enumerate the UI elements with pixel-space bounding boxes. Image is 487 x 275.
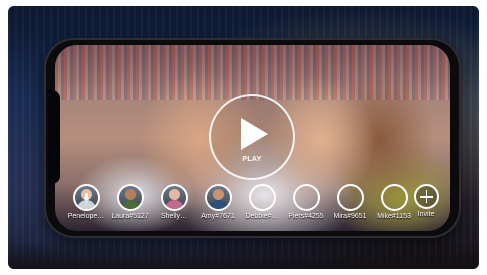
avatar-body: [120, 200, 140, 209]
participant-name: Laura#5127: [111, 213, 149, 220]
participant-bar: Penelope… Laura#5127 Shelly… Amy#7671 De…: [64, 184, 439, 226]
avatar-body: [385, 200, 404, 209]
phone-notch: [48, 90, 60, 184]
avatar: [204, 184, 232, 211]
participant-laura[interactable]: Laura#5127: [108, 184, 152, 221]
play-icon: [241, 118, 268, 150]
participant-piers[interactable]: Piers#4255: [284, 184, 328, 221]
participant-name: Amy#7671: [201, 213, 235, 220]
avatar-body: [208, 200, 228, 209]
avatar: [160, 184, 188, 211]
avatar-body: [164, 200, 184, 209]
participant-name: Mira#9651: [333, 213, 367, 220]
avatar: [248, 184, 276, 211]
avatar: [336, 184, 364, 211]
play-label: PLAY: [242, 156, 262, 163]
avatar: [116, 184, 144, 211]
avatar-face: [257, 189, 268, 200]
avatar-face: [345, 189, 356, 200]
participant-penelope[interactable]: Penelope…: [64, 184, 108, 221]
avatar-body: [253, 200, 272, 209]
participant-name: Piers#4255: [288, 213, 324, 220]
play-button[interactable]: PLAY: [209, 94, 295, 180]
invite-label: Invite: [417, 211, 435, 218]
avatar-face: [168, 189, 180, 200]
participant-amy[interactable]: Amy#7671: [196, 184, 240, 221]
plus-icon: [413, 184, 439, 209]
participant-name: Shelly…: [160, 213, 188, 220]
avatar-body: [341, 200, 360, 209]
participant-name: Penelope…: [67, 213, 105, 220]
microphone-icon: [83, 193, 89, 204]
avatar-body: [297, 200, 316, 209]
video-crowd-background: [55, 45, 450, 100]
participant-shelly[interactable]: Shelly…: [152, 184, 196, 221]
avatar-face: [212, 189, 224, 200]
backdrop-floor: [8, 240, 479, 269]
avatar-face: [389, 189, 400, 200]
participant-name: Debbie#…: [245, 213, 279, 220]
avatar: [72, 184, 100, 211]
participant-debbie[interactable]: Debbie#…: [240, 184, 284, 221]
avatar-face: [124, 189, 136, 200]
avatar-face: [301, 189, 312, 200]
avatar: [292, 184, 320, 211]
participant-mira[interactable]: Mira#9651: [328, 184, 372, 221]
invite-button[interactable]: Invite: [404, 184, 448, 219]
